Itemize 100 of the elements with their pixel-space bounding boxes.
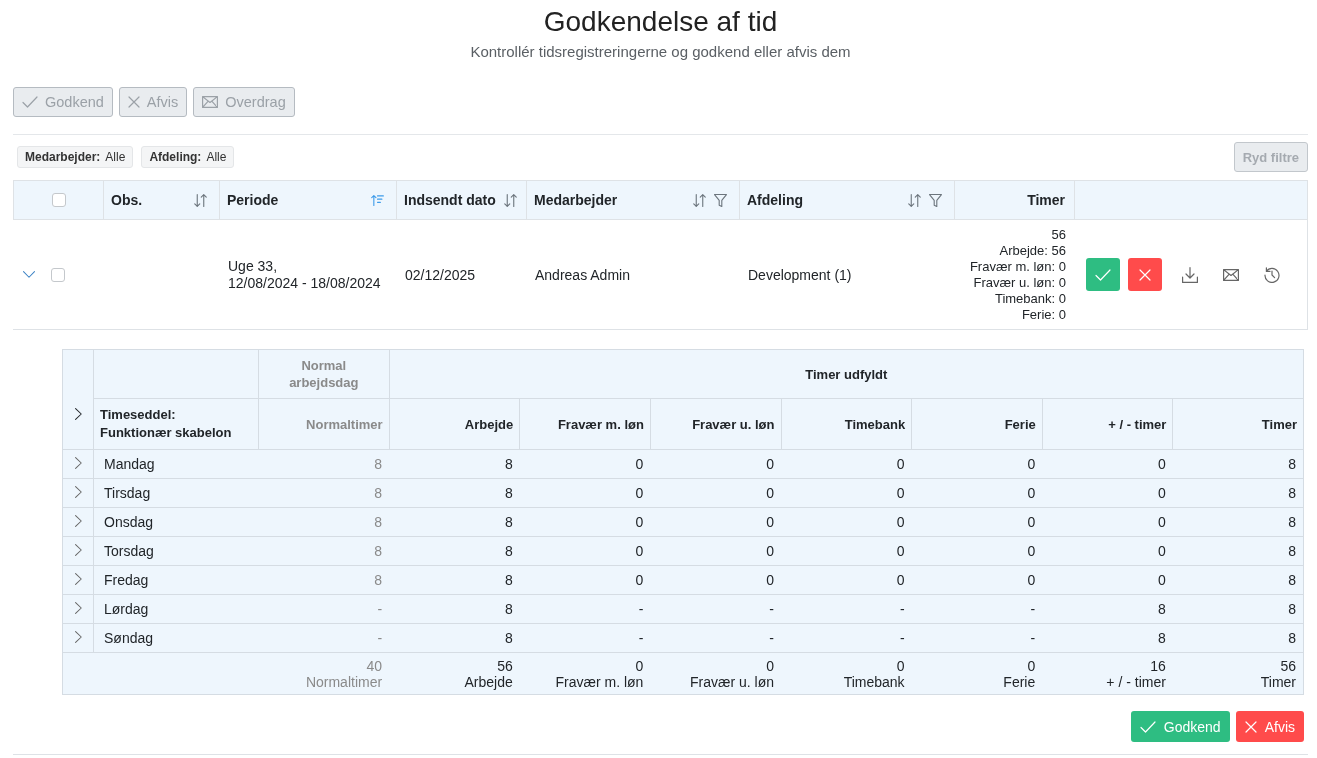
sort-icon[interactable] — [693, 193, 706, 207]
date-text: 02/12/2025 — [405, 266, 476, 283]
total-label: Normaltimer — [304, 674, 383, 690]
table-cell: 0 — [1042, 565, 1173, 595]
table-cell: 0 — [911, 478, 1043, 508]
checkbox[interactable] — [51, 267, 65, 282]
table-cell: 8 — [389, 536, 520, 566]
envelope-icon[interactable] — [1222, 268, 1239, 281]
total-label: Arbejde — [463, 674, 513, 690]
department-name: Development (1) — [748, 266, 852, 283]
table-cell: - — [650, 594, 781, 624]
total-value: 0 — [765, 658, 774, 674]
table-cell: - — [519, 623, 651, 653]
column-header: Timer — [1261, 416, 1297, 432]
chevron-down-icon[interactable] — [23, 271, 35, 278]
table-cell: 8 — [258, 565, 390, 595]
table-cell: 0 — [781, 536, 912, 566]
total-value: 0 — [895, 658, 905, 674]
table-cell: - — [911, 623, 1043, 653]
checkbox[interactable] — [52, 193, 66, 207]
column-header: + / - timer — [1108, 416, 1167, 432]
history-icon[interactable] — [1263, 266, 1280, 283]
sort-icon[interactable] — [908, 193, 921, 207]
hours-line: Ferie: 0 — [1021, 306, 1066, 323]
table-cell: 0 — [650, 478, 781, 508]
total-label: Fravær u. løn — [689, 674, 774, 690]
table-cell: - — [911, 594, 1043, 624]
timesheet-title: Timeseddel: Funktionær skabelon — [100, 406, 232, 442]
period-text: Uge 33, 12/08/2024 - 18/08/2024 — [228, 257, 381, 292]
filter-icon[interactable] — [714, 193, 727, 207]
total-label: Timer — [1259, 674, 1296, 690]
table-cell: 0 — [781, 507, 912, 537]
table-cell: 8 — [1172, 623, 1304, 653]
sort-icon[interactable] — [503, 193, 517, 207]
reject-button[interactable]: Afvis — [1235, 711, 1304, 742]
total-value: 56 — [496, 658, 513, 674]
table-cell: 8 — [1172, 507, 1304, 537]
table-cell: 8 — [1172, 536, 1304, 566]
table-cell: 0 — [911, 449, 1043, 479]
total-label: + / - timer — [1105, 674, 1166, 690]
table-cell: 0 — [519, 536, 651, 566]
table-cell: - — [519, 594, 651, 624]
table-cell: 0 — [911, 565, 1043, 595]
table-cell: 8 — [1172, 565, 1304, 595]
table-cell: - — [781, 594, 912, 624]
cross-icon — [1139, 268, 1151, 281]
group-header: Normal arbejdsdag — [289, 358, 359, 390]
page-title: Godkendelse af tid — [542, 5, 779, 39]
reject-button[interactable] — [1128, 258, 1162, 291]
hours-line: Fravær m. løn: 0 — [969, 258, 1066, 275]
table-cell: 8 — [389, 594, 520, 624]
approve-button[interactable]: Godkend — [1130, 711, 1230, 742]
table-cell: 8 — [1172, 449, 1304, 479]
table-cell: 8 — [389, 623, 520, 653]
cross-icon — [127, 96, 140, 108]
table-cell: 0 — [519, 507, 651, 537]
table-cell: 8 — [389, 449, 520, 479]
day-name: Fredag — [93, 565, 259, 595]
table-cell: 0 — [781, 449, 912, 479]
table-cell: 0 — [781, 478, 912, 508]
table-cell: 8 — [258, 449, 390, 479]
column-header: Arbejde — [464, 416, 514, 432]
day-name: Tirsdag — [93, 478, 259, 508]
table-cell: 8 — [1172, 478, 1304, 508]
table-cell: 8 — [389, 565, 520, 595]
day-name: Søndag — [93, 623, 259, 653]
table-cell: 0 — [1042, 449, 1173, 479]
table-cell: 0 — [911, 536, 1043, 566]
column-header: Timebank — [844, 416, 906, 432]
table-cell: 0 — [650, 536, 781, 566]
column-header: Periode — [227, 192, 280, 208]
column-header: Fravær m. løn — [557, 416, 644, 432]
table-cell: 0 — [1042, 536, 1173, 566]
filter-icon[interactable] — [929, 193, 942, 207]
table-cell: 0 — [650, 449, 781, 479]
column-header: Medarbejder — [534, 192, 619, 208]
sort-ascending-icon[interactable] — [371, 194, 384, 206]
envelope-icon — [202, 96, 219, 108]
table-cell: 8 — [1042, 594, 1173, 624]
filter-chip[interactable]: Medarbejder: Alle — [17, 146, 134, 168]
sort-icon[interactable] — [194, 193, 207, 207]
table-cell: 8 — [258, 507, 390, 537]
day-name: Onsdag — [93, 507, 259, 537]
table-cell: - — [650, 623, 781, 653]
day-name: Lørdag — [93, 594, 259, 624]
table-cell: 0 — [650, 565, 781, 595]
total-value: 0 — [1026, 658, 1036, 674]
chevron-right-icon[interactable] — [74, 408, 82, 420]
table-cell: - — [258, 623, 390, 653]
download-icon[interactable] — [1181, 266, 1198, 283]
table-cell: 0 — [911, 507, 1043, 537]
day-name: Mandag — [93, 449, 259, 479]
group-header: Timer udfyldt — [805, 366, 888, 382]
employee-name: Andreas Admin — [535, 266, 630, 283]
total-label: Ferie — [1002, 674, 1036, 690]
table-cell: 0 — [519, 449, 651, 479]
check-icon — [1095, 268, 1111, 281]
table-cell: 0 — [1042, 507, 1173, 537]
filter-chip[interactable]: Afdeling: Alle — [141, 146, 235, 168]
table-cell: 8 — [389, 507, 520, 537]
